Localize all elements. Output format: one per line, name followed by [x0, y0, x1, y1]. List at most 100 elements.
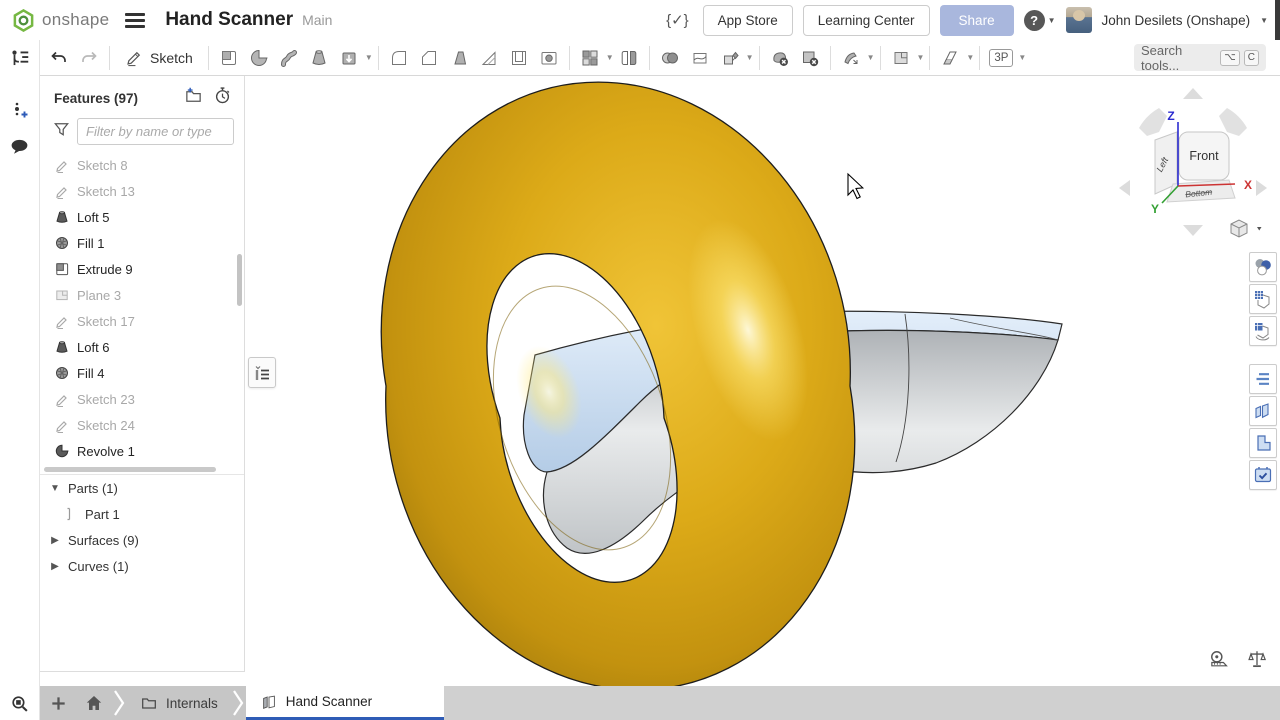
feature-item-sketch-8[interactable]: Sketch 8: [40, 152, 244, 178]
measure-icon[interactable]: [1208, 648, 1230, 670]
user-chevron-down-icon[interactable]: ▼: [1260, 16, 1268, 25]
delete-face-tool-button[interactable]: [795, 44, 825, 72]
search-tools-field[interactable]: Search tools... ⌥ C: [1134, 44, 1266, 71]
feature-item-extrude-9[interactable]: Extrude 9: [40, 256, 244, 282]
toolbar-divider: [880, 46, 881, 70]
tab-internals[interactable]: Internals: [126, 686, 232, 720]
view-options-dropdown[interactable]: [1231, 220, 1262, 237]
surfaces-section-header[interactable]: ▶ Surfaces (9): [40, 527, 244, 553]
linear-pattern-tool-button[interactable]: [575, 44, 605, 72]
feature-statistics-icon[interactable]: [213, 86, 232, 110]
chamfer-tool-button[interactable]: [414, 44, 444, 72]
chevron-right-icon[interactable]: ▶: [49, 561, 61, 572]
mass-properties-icon[interactable]: [1246, 648, 1268, 670]
configurations-button[interactable]: [1249, 364, 1277, 394]
feature-item-sketch-13[interactable]: Sketch 13: [40, 178, 244, 204]
move-face-tool-button[interactable]: [836, 44, 866, 72]
user-name[interactable]: John Desilets (Onshape): [1102, 13, 1251, 28]
learning-center-button[interactable]: Learning Center: [803, 5, 930, 36]
offset-surface-tool-button[interactable]: [935, 44, 965, 72]
tab-hand-scanner[interactable]: Hand Scanner: [246, 686, 444, 720]
feature-item-loft-6[interactable]: Loft 6: [40, 334, 244, 360]
share-button[interactable]: Share: [940, 5, 1014, 36]
tab-internals-label: Internals: [166, 696, 218, 711]
feature-item-plane-3[interactable]: Plane 3: [40, 282, 244, 308]
featurescript-icon[interactable]: {✓}: [662, 11, 693, 29]
vertical-scrollbar-thumb[interactable]: [237, 254, 242, 306]
feature-list-flyout-button[interactable]: [248, 357, 276, 388]
axis-z-label: Z: [1167, 109, 1174, 123]
feature-item-fill-1[interactable]: Fill 1: [40, 230, 244, 256]
workspace-name[interactable]: Main: [302, 12, 332, 28]
appearance-button[interactable]: [1249, 252, 1277, 282]
feature-list-panel-button[interactable]: [5, 44, 35, 74]
feature-item-sketch-24[interactable]: Sketch 24: [40, 412, 244, 438]
feature-item-label: Sketch 13: [77, 184, 135, 199]
help-menu[interactable]: ? ▼: [1024, 10, 1056, 31]
feature-item-sketch-17[interactable]: Sketch 17: [40, 308, 244, 334]
move-face-dropdown-chevron-icon[interactable]: ▼: [867, 53, 875, 62]
curves-section-header[interactable]: ▶ Curves (1): [40, 553, 244, 579]
display-states-button[interactable]: [1249, 284, 1277, 314]
fillet-tool-button[interactable]: [384, 44, 414, 72]
three-point-dropdown[interactable]: 3P ▼: [989, 49, 1026, 67]
feature-item-fill-4[interactable]: Fill 4: [40, 360, 244, 386]
section-view-button[interactable]: [1249, 428, 1277, 458]
named-views-button[interactable]: [1249, 316, 1277, 346]
axis-y-label: Y: [1151, 202, 1159, 216]
chevron-down-icon[interactable]: ▼: [49, 483, 61, 494]
toolbar-divider: [109, 46, 110, 70]
view-cube[interactable]: Front Left Bottom Z X Y: [1115, 84, 1275, 244]
extrude-tool-button[interactable]: [214, 44, 244, 72]
plane-tool-tool-button[interactable]: [886, 44, 916, 72]
insert-item-button[interactable]: [5, 96, 35, 126]
parts-section-header[interactable]: ▼ Parts (1): [40, 475, 244, 501]
feature-item-revolve-1[interactable]: Revolve 1: [40, 438, 244, 464]
redo-button[interactable]: [74, 44, 104, 72]
create-folder-icon[interactable]: [184, 86, 203, 110]
boolean-tool-button[interactable]: [655, 44, 685, 72]
chevron-right-icon[interactable]: ▶: [49, 535, 61, 546]
thicken-tool-button[interactable]: [334, 44, 364, 72]
sweep-tool-button[interactable]: [274, 44, 304, 72]
feature-item-label: Sketch 8: [77, 158, 128, 173]
revolve-tool-button[interactable]: [244, 44, 274, 72]
rib-tool-button[interactable]: [474, 44, 504, 72]
feature-item-sketch-23[interactable]: Sketch 23: [40, 386, 244, 412]
shell-tool-button[interactable]: [504, 44, 534, 72]
versions-schedule-button[interactable]: [1249, 460, 1277, 490]
hole-tool-button[interactable]: [534, 44, 564, 72]
left-icon-strip: [0, 40, 40, 686]
home-button[interactable]: [76, 686, 112, 720]
feature-list[interactable]: Sketch 8 Sketch 13 Loft 5Fill 1Extrude 9Pl…: [40, 152, 244, 466]
app-store-button[interactable]: App Store: [703, 5, 793, 36]
comments-button[interactable]: [5, 132, 35, 162]
linear-pattern-dropdown-chevron-icon[interactable]: ▼: [606, 53, 614, 62]
features-panel: Features (97) Sketch 8Sketch 13Loft 5Fil…: [40, 76, 245, 672]
parts-list-button[interactable]: [1249, 396, 1277, 426]
sketch-button[interactable]: Sketch: [115, 44, 203, 72]
onshape-logo[interactable]: onshape: [12, 9, 109, 32]
plane-tool-dropdown-chevron-icon[interactable]: ▼: [917, 53, 925, 62]
viewport-search-button[interactable]: [0, 686, 40, 720]
avatar[interactable]: [1066, 7, 1092, 33]
offset-surface-dropdown-chevron-icon[interactable]: ▼: [966, 53, 974, 62]
add-tab-button[interactable]: [40, 686, 76, 720]
horizontal-scrollbar-thumb[interactable]: [44, 467, 216, 472]
draft-tool-button[interactable]: [444, 44, 474, 72]
mirror-tool-button[interactable]: [614, 44, 644, 72]
loft-tool-button[interactable]: [304, 44, 334, 72]
part-list-item[interactable]: Part 1: [40, 501, 244, 527]
undo-button[interactable]: [44, 44, 74, 72]
filter-input[interactable]: [77, 118, 234, 145]
horizontal-scrollbar[interactable]: [40, 466, 244, 474]
filter-icon[interactable]: [52, 120, 71, 144]
hamburger-menu-icon[interactable]: [125, 10, 145, 31]
transform-dropdown-chevron-icon[interactable]: ▼: [746, 53, 754, 62]
thicken-dropdown-chevron-icon[interactable]: ▼: [365, 53, 373, 62]
transform-tool-button[interactable]: [715, 44, 745, 72]
split-tool-button[interactable]: [685, 44, 715, 72]
feature-item-label: Loft 6: [77, 340, 110, 355]
feature-item-loft-5[interactable]: Loft 5: [40, 204, 244, 230]
delete-part-tool-button[interactable]: [765, 44, 795, 72]
